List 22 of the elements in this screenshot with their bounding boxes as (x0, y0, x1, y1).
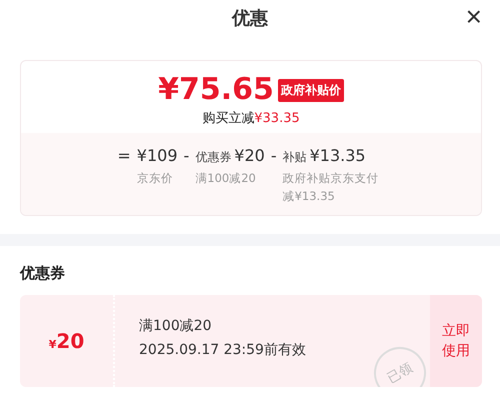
final-price: ¥75.65 (158, 73, 274, 107)
use-button[interactable]: 立即使用 (430, 295, 482, 387)
breakdown-note: 满100减20 (195, 170, 257, 187)
dialog-title: 优惠 (232, 7, 268, 30)
saving-label: 购买立减 (202, 111, 254, 126)
coupon-name: 满100减20 (139, 317, 213, 335)
breakdown-note: 政府补贴京东支付减¥13.35 (282, 170, 380, 205)
coupon-value: ¥20 (48, 329, 84, 353)
breakdown-label: 补贴 (282, 149, 307, 166)
operator: = (117, 145, 131, 167)
close-button[interactable]: × (462, 2, 486, 32)
section-title: 优惠券 (20, 264, 66, 283)
subsidy-tag: 政府补贴价 (278, 78, 344, 102)
coupon-validity: 2025.09.17 23:59前有效 (139, 341, 307, 359)
breakdown-amount: ¥13.35 (310, 145, 366, 167)
breakdown-label: 优惠券 (195, 149, 232, 166)
saving-amount: ¥33.35 (254, 111, 300, 126)
operator: - (270, 145, 277, 167)
operator: - (184, 145, 190, 167)
breakdown-amount: ¥20 (234, 145, 265, 167)
breakdown-note: 京东价 (136, 170, 174, 187)
breakdown-amount: ¥109 (136, 145, 178, 167)
